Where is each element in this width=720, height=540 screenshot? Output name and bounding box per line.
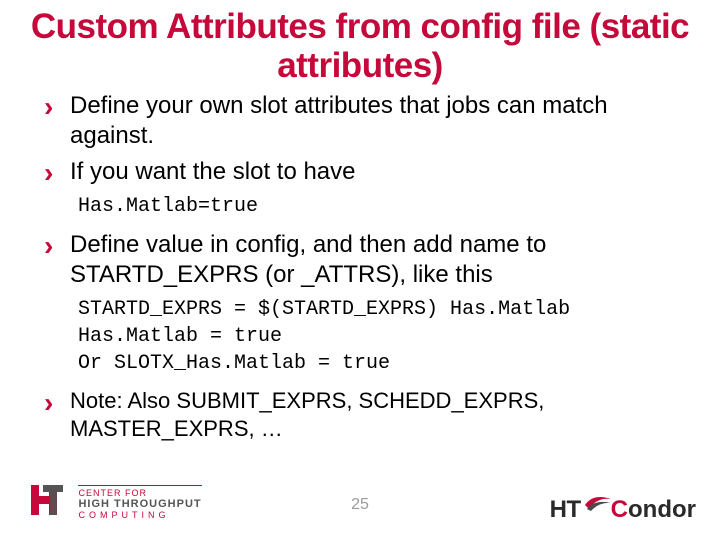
htc-logo-line1: CENTER FOR [78,488,201,498]
code-line: Has.Matlab = true [78,323,694,350]
slide-footer: 25 CENTER FOR HIGH THROUGHPUT COMPUTING … [0,466,720,530]
code-line: STARTD_EXPRS = $(STARTD_EXPRS) Has.Matla… [78,296,694,323]
bullet-list-2: Define value in config, and then add nam… [40,230,694,290]
slide-content: Define your own slot attributes that job… [0,91,720,442]
code-block-1: Has.Matlab=true [40,193,694,220]
htc-logo-line3: COMPUTING [78,510,201,520]
htc-logo: CENTER FOR HIGH THROUGHPUT COMPUTING [28,481,202,524]
bullet-item-3: Define value in config, and then add nam… [40,230,694,290]
htcondor-ht: HT [550,496,581,523]
bullet-item-4: Note: Also SUBMIT_EXPRS, SCHEDD_EXPRS, M… [40,387,694,442]
htcondor-c: C [611,496,628,523]
bullet-item-1: Define your own slot attributes that job… [40,91,694,151]
htc-logo-text: CENTER FOR HIGH THROUGHPUT COMPUTING [78,485,201,520]
code-line: Or SLOTX_Has.Matlab = true [78,350,694,377]
htc-logo-mark [28,481,66,524]
bullet-list: Define your own slot attributes that job… [40,91,694,187]
htcondor-logo: HT Condor [550,491,696,524]
htcondor-swoosh-icon [583,491,613,518]
slide-title: Custom Attributes from config file (stat… [0,0,720,91]
htc-logo-line2: HIGH THROUGHPUT [78,498,201,510]
htcondor-ondor: ondor [628,496,696,523]
code-block-2: STARTD_EXPRS = $(STARTD_EXPRS) Has.Matla… [40,296,694,377]
bullet-item-2: If you want the slot to have [40,157,694,187]
bullet-list-3: Note: Also SUBMIT_EXPRS, SCHEDD_EXPRS, M… [40,387,694,442]
slide: Custom Attributes from config file (stat… [0,0,720,540]
